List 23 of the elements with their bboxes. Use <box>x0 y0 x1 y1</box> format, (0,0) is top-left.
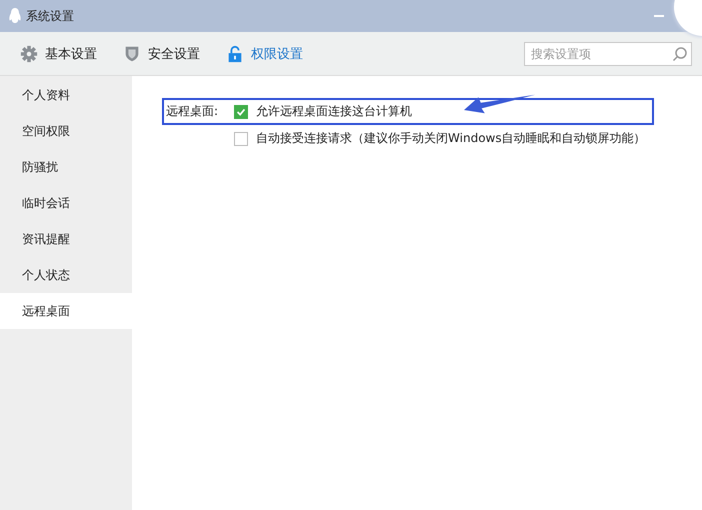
minimize-button[interactable] <box>654 15 664 17</box>
search-icon <box>672 46 688 62</box>
tab[interactable]: 权限设置 <box>226 44 303 62</box>
gear-icon <box>20 44 38 62</box>
sidebar-item[interactable]: 个人状态 <box>0 257 132 293</box>
checkbox[interactable] <box>234 104 248 118</box>
option-label: 允许远程桌面连接这台计算机 <box>256 103 412 120</box>
option-label: 自动接受连接请求（建议你手动关闭Windows自动睡眠和自动锁屏功能） <box>256 130 646 147</box>
sidebar-item[interactable]: 远程桌面 <box>0 293 132 329</box>
checkbox[interactable] <box>234 132 248 146</box>
tab[interactable]: 基本设置 <box>20 44 97 62</box>
search-field[interactable]: 搜索设置项 <box>524 42 692 66</box>
sidebar-item[interactable]: 个人资料 <box>0 77 132 113</box>
window-title: 系统设置 <box>26 8 74 24</box>
tab[interactable]: 安全设置 <box>123 44 200 62</box>
shield-icon <box>123 44 141 62</box>
penguin-icon <box>8 8 22 24</box>
sidebar-item[interactable]: 防骚扰 <box>0 149 132 185</box>
sidebar-item[interactable]: 资讯提醒 <box>0 221 132 257</box>
sidebar-item[interactable]: 临时会话 <box>0 185 132 221</box>
section-label: 远程桌面: <box>166 103 218 120</box>
lock-icon <box>226 44 244 62</box>
sidebar-item[interactable]: 空间权限 <box>0 113 132 149</box>
